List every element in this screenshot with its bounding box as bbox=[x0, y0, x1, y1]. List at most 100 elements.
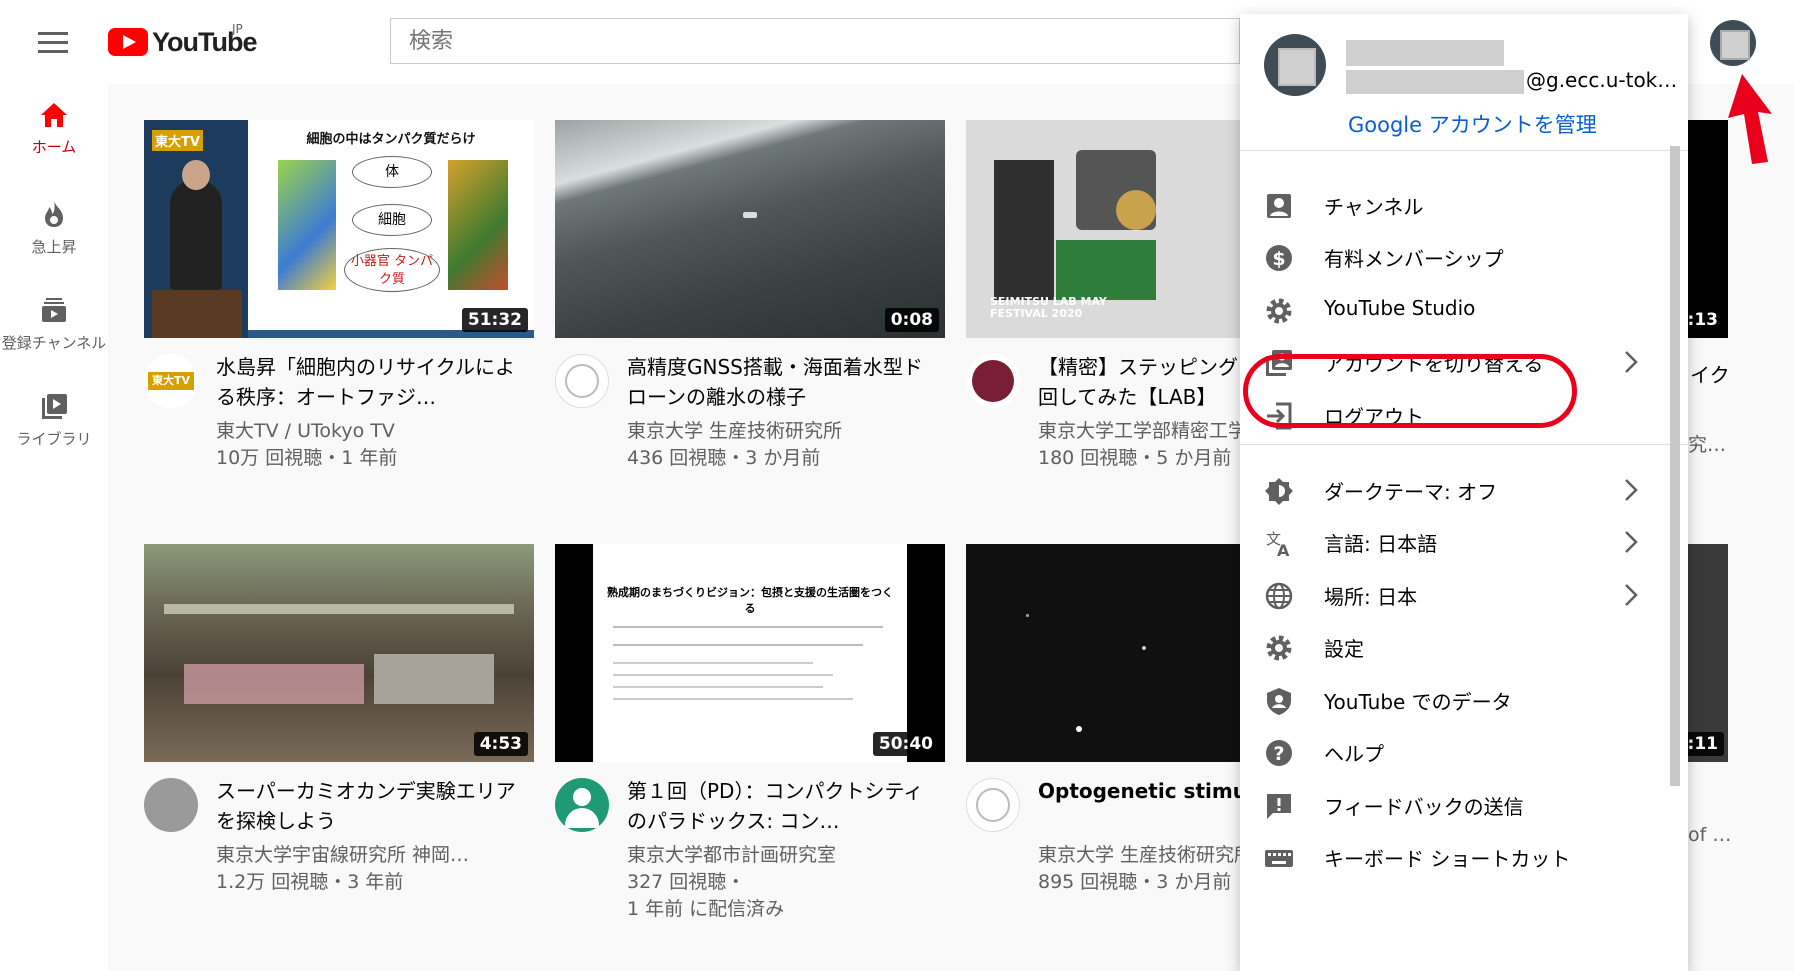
account-avatar-button[interactable] bbox=[1710, 20, 1756, 66]
channel-avatar[interactable] bbox=[555, 354, 609, 408]
scrollbar-thumb[interactable] bbox=[1670, 146, 1680, 786]
library-icon bbox=[42, 394, 67, 419]
person-icon bbox=[1267, 194, 1291, 218]
video-card[interactable]: 4:53 スーパーカミオカンデ実験エリアを探検しよう 東京大学宇宙線研究所 神岡… bbox=[144, 544, 534, 902]
menu-icon[interactable] bbox=[38, 32, 68, 53]
channel-avatar[interactable] bbox=[144, 778, 198, 832]
video-thumbnail[interactable]: 東大TV 細胞の中はタンパク質だらけ 体 細胞 小器官 タンパク質 51:32 bbox=[144, 120, 534, 338]
youtube-logo[interactable]: YouTube JP bbox=[108, 22, 257, 58]
channel-avatar[interactable] bbox=[555, 778, 609, 832]
menu-item-settings[interactable]: 設定 bbox=[1240, 622, 1672, 672]
globe-icon bbox=[1265, 582, 1293, 610]
channel-name[interactable]: 東京大学 生産技術研究所 bbox=[627, 416, 927, 443]
seal-icon bbox=[972, 360, 1014, 402]
speaker-figure bbox=[170, 180, 222, 290]
nav-subscriptions[interactable]: 登録チャンネル bbox=[0, 296, 108, 353]
menu-item-label: チャンネル bbox=[1324, 195, 1424, 219]
account-email: @g.ecc.u-tok… bbox=[1526, 68, 1678, 92]
video-title[interactable]: 水島昇「細胞内のリサイクルによる秩序：オートファジ… bbox=[216, 352, 516, 412]
video-card[interactable]: 0:08 高精度GNSS搭載・海面着水型ドローンの離水の様子 東京大学 生産技術… bbox=[555, 120, 945, 478]
menu-item-label: ダークテーマ: オフ bbox=[1324, 480, 1498, 504]
menu-item-memberships[interactable]: $ 有料メンバーシップ bbox=[1240, 232, 1672, 282]
menu-item-location[interactable]: 場所: 日本 bbox=[1240, 570, 1672, 620]
channel-name[interactable]: 東京大学宇宙線研究所 神岡… bbox=[216, 840, 516, 867]
menu-item-label: フィードバックの送信 bbox=[1324, 795, 1524, 819]
video-title-fragment[interactable]: イク bbox=[1690, 359, 1730, 388]
search-box[interactable] bbox=[390, 18, 1240, 64]
video-duration: 0:08 bbox=[884, 308, 939, 332]
video-thumbnail[interactable]: 4:53 bbox=[144, 544, 534, 762]
video-title[interactable]: 第１回（PD）：コンパクトシティのパラドックス: コン… bbox=[627, 776, 927, 836]
chevron-right-icon bbox=[1625, 479, 1638, 501]
video-card[interactable]: 熟成期のまちづくりビジョン：包摂と支援の生活圏をつくる 50:40 第１回（PD… bbox=[555, 544, 945, 920]
gear-icon bbox=[1266, 298, 1292, 324]
nav-trending[interactable]: 急上昇 bbox=[0, 200, 108, 257]
divider bbox=[1240, 150, 1688, 151]
channel-avatar[interactable] bbox=[966, 778, 1020, 832]
switch-account-icon bbox=[1266, 350, 1292, 376]
menu-item-switch-account[interactable]: アカウントを切り替える bbox=[1240, 337, 1672, 387]
account-menu-avatar bbox=[1264, 34, 1326, 96]
video-stats: 327 回視聴・ bbox=[627, 871, 746, 893]
video-card[interactable]: 東大TV 細胞の中はタンパク質だらけ 体 細胞 小器官 タンパク質 51:32 … bbox=[144, 120, 534, 478]
channel-logo: 東大TV bbox=[148, 372, 194, 390]
menu-item-label: 有料メンバーシップ bbox=[1324, 247, 1504, 271]
theme-icon bbox=[1265, 478, 1293, 505]
keyboard-icon bbox=[1265, 850, 1293, 867]
svg-text:A: A bbox=[1277, 541, 1290, 558]
account-email-redacted bbox=[1346, 70, 1524, 94]
dollar-icon: $ bbox=[1266, 245, 1292, 271]
nav-home-label: ホーム bbox=[31, 138, 77, 156]
nav-library[interactable]: ライブラリ bbox=[0, 392, 108, 449]
video-thumbnail[interactable]: 0:08 bbox=[555, 120, 945, 338]
gear-icon bbox=[1266, 635, 1292, 661]
video-title[interactable]: 高精度GNSS搭載・海面着水型ドローンの離水の様子 bbox=[627, 352, 927, 412]
channel-avatar[interactable]: 東大TV bbox=[144, 354, 198, 408]
youtube-page: YouTube JP ホーム 急上昇 登録チャンネル ライブラリ 東大TV bbox=[0, 0, 1794, 971]
thumb-logo: 東大TV bbox=[152, 130, 203, 151]
emblem-icon bbox=[565, 364, 599, 398]
menu-item-your-data[interactable]: YouTube でのデータ bbox=[1240, 675, 1672, 725]
person-icon bbox=[573, 788, 591, 806]
diagram-label-cell: 細胞 bbox=[352, 204, 432, 236]
channel-name[interactable]: 東大TV / UTokyo TV bbox=[216, 416, 516, 443]
search-input[interactable] bbox=[391, 19, 1239, 63]
video-duration: 50:40 bbox=[872, 732, 939, 756]
video-thumbnail[interactable]: 2:11 bbox=[1669, 544, 1728, 762]
menu-item-keyboard-shortcuts[interactable]: キーボード ショートカット bbox=[1240, 832, 1672, 882]
video-stats-live: 1 年前 に配信済み bbox=[627, 898, 785, 920]
svg-text:?: ? bbox=[1273, 743, 1284, 765]
menu-item-logout[interactable]: ログアウト bbox=[1240, 390, 1672, 440]
nav-home[interactable]: ホーム bbox=[0, 102, 108, 157]
menu-item-help[interactable]: ? ヘルプ bbox=[1240, 727, 1672, 777]
video-title[interactable]: スーパーカミオカンデ実験エリアを探検しよう bbox=[216, 776, 516, 836]
subscriptions-icon bbox=[42, 298, 66, 322]
chevron-right-icon bbox=[1625, 531, 1638, 553]
chevron-right-icon bbox=[1625, 584, 1638, 606]
menu-item-label: ログアウト bbox=[1324, 405, 1424, 429]
account-menu: @g.ecc.u-tok… Google アカウントを管理 チャンネル $ 有料… bbox=[1240, 14, 1688, 971]
home-icon bbox=[41, 103, 67, 127]
menu-item-label: YouTube Studio bbox=[1324, 296, 1476, 320]
divider bbox=[1240, 444, 1688, 445]
chevron-right-icon bbox=[1625, 351, 1638, 373]
menu-item-dark-theme[interactable]: ダークテーマ: オフ bbox=[1240, 465, 1672, 515]
video-thumbnail[interactable]: 熟成期のまちづくりビジョン：包摂と支援の生活圏をつくる 50:40 bbox=[555, 544, 945, 762]
menu-item-channel[interactable]: チャンネル bbox=[1240, 180, 1672, 230]
annotation-arrow-icon bbox=[1728, 74, 1772, 164]
left-nav: ホーム 急上昇 登録チャンネル ライブラリ bbox=[0, 84, 108, 971]
nav-library-label: ライブラリ bbox=[16, 430, 92, 448]
emblem-icon bbox=[976, 788, 1010, 822]
menu-item-youtube-studio[interactable]: YouTube Studio bbox=[1240, 285, 1672, 335]
channel-name[interactable]: 東京大学都市計画研究室 bbox=[627, 840, 927, 867]
youtube-play-icon bbox=[108, 28, 148, 56]
logout-icon bbox=[1267, 402, 1292, 430]
menu-item-language[interactable]: 文A 言語: 日本語 bbox=[1240, 517, 1672, 567]
video-duration: 4:53 bbox=[473, 732, 528, 756]
channel-avatar[interactable] bbox=[966, 354, 1020, 408]
menu-item-feedback[interactable]: フィードバックの送信 bbox=[1240, 780, 1672, 830]
svg-text:$: $ bbox=[1272, 248, 1285, 270]
feedback-icon bbox=[1267, 794, 1291, 819]
region-label: JP bbox=[232, 22, 243, 36]
manage-google-account-link[interactable]: Google アカウントを管理 bbox=[1348, 109, 1597, 139]
